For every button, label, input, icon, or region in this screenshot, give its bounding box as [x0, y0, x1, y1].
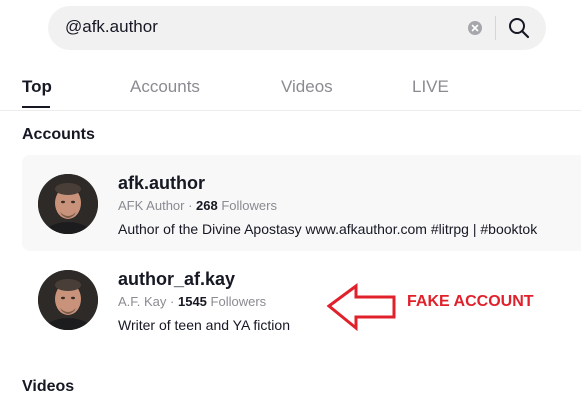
follower-count: 268 [196, 198, 218, 213]
meta-separator: · [184, 198, 197, 213]
account-username[interactable]: afk.author [118, 173, 205, 194]
account-result[interactable]: afk.author AFK Author · 268 Followers Au… [22, 155, 581, 251]
section-title-accounts: Accounts [22, 126, 95, 143]
clear-icon[interactable] [468, 21, 482, 35]
followers-label: Followers [217, 198, 277, 213]
account-bio: Writer of teen and YA fiction [118, 317, 290, 333]
section-title-videos: Videos [22, 378, 75, 395]
active-tab-indicator [22, 106, 50, 108]
left-arrow-icon [326, 283, 396, 332]
tab-top[interactable]: Top [22, 77, 52, 97]
tab-videos[interactable]: Videos [281, 77, 333, 97]
account-username[interactable]: author_af.kay [118, 269, 235, 290]
avatar[interactable] [38, 270, 98, 330]
meta-separator: · [166, 294, 178, 309]
search-icon[interactable] [508, 17, 530, 39]
fake-account-annotation: FAKE ACCOUNT [407, 293, 534, 310]
tab-live[interactable]: LIVE [412, 77, 449, 97]
account-meta: AFK Author · 268 Followers [118, 198, 277, 213]
account-meta: A.F. Kay · 1545 Followers [118, 294, 266, 309]
search-divider [495, 16, 496, 40]
avatar[interactable] [38, 174, 98, 234]
search-input[interactable]: @afk.author [65, 17, 158, 37]
followers-label: Followers [206, 294, 267, 309]
account-display-name: AFK Author [118, 198, 185, 213]
follower-count: 1545 [177, 294, 207, 309]
account-display-name: A.F. Kay [118, 294, 167, 309]
tab-accounts[interactable]: Accounts [130, 77, 200, 97]
account-bio: Author of the Divine Apostasy www.afkaut… [118, 221, 538, 237]
search-bar[interactable]: @afk.author [48, 6, 546, 50]
tab-bar: Top Accounts Videos LIVE [0, 58, 581, 111]
